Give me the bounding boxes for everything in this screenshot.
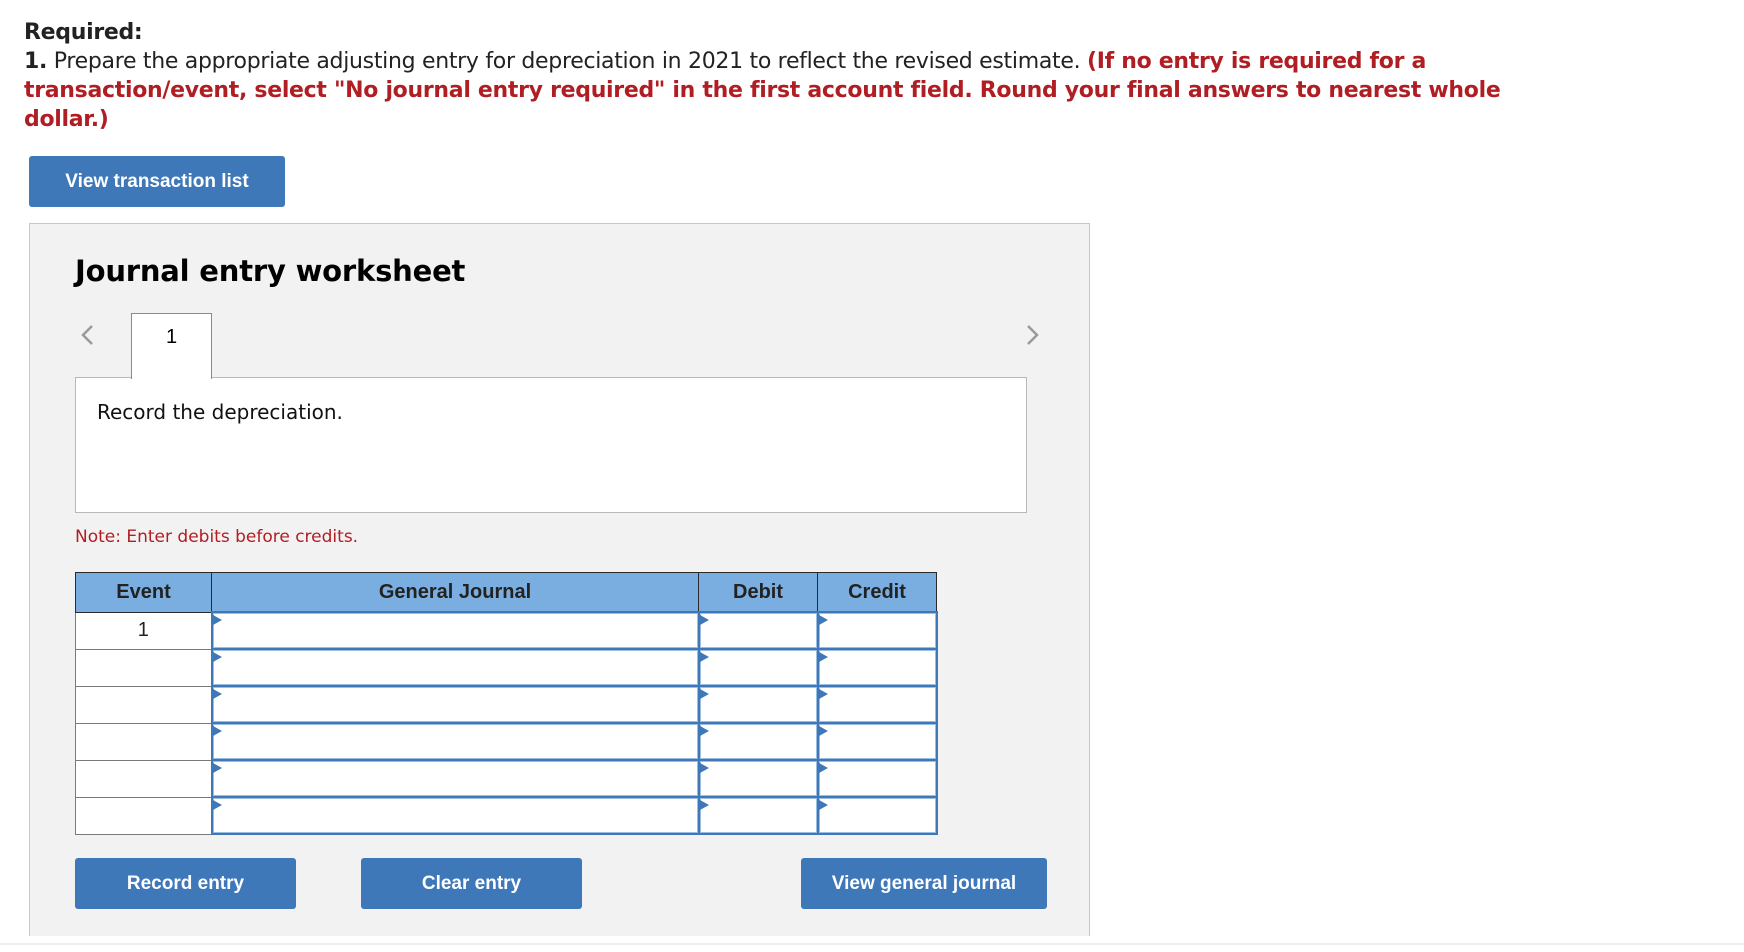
instructions: Required: 1. Prepare the appropriate adj… bbox=[24, 18, 1524, 134]
tab-label: 1 bbox=[165, 326, 178, 348]
account-input[interactable] bbox=[210, 648, 700, 687]
debit-input[interactable] bbox=[697, 685, 819, 724]
record-entry-button[interactable]: Record entry bbox=[75, 858, 296, 909]
clear-entry-button[interactable]: Clear entry bbox=[361, 858, 582, 909]
cell-marker-icon bbox=[818, 800, 828, 810]
credit-input[interactable] bbox=[816, 759, 938, 798]
item-number: 1. bbox=[24, 49, 48, 74]
journal-table: Event General Journal Debit Credit 1 bbox=[75, 572, 938, 835]
cell-marker-icon bbox=[699, 615, 709, 625]
worksheet-title: Journal entry worksheet bbox=[75, 254, 466, 288]
cell-marker-icon bbox=[818, 615, 828, 625]
journal-entry-worksheet-panel: Journal entry worksheet 1 Record the dep… bbox=[29, 223, 1090, 936]
cell-marker-icon bbox=[212, 689, 222, 699]
cell-marker-icon bbox=[699, 800, 709, 810]
event-cell bbox=[75, 722, 212, 761]
event-cell bbox=[75, 685, 212, 724]
cell-marker-icon bbox=[212, 652, 222, 662]
cell-marker-icon bbox=[212, 800, 222, 810]
cell-marker-icon bbox=[818, 763, 828, 773]
credit-input[interactable] bbox=[816, 648, 938, 687]
credit-input[interactable] bbox=[816, 611, 938, 650]
cell-marker-icon bbox=[212, 726, 222, 736]
cell-marker-icon bbox=[699, 689, 709, 699]
event-cell: 1 bbox=[75, 611, 212, 650]
header-general-journal: General Journal bbox=[211, 572, 699, 613]
debit-input[interactable] bbox=[697, 648, 819, 687]
account-input[interactable] bbox=[210, 722, 700, 761]
table-row: 1 bbox=[75, 611, 938, 650]
event-cell bbox=[75, 759, 212, 798]
debit-input[interactable] bbox=[697, 611, 819, 650]
credit-input[interactable] bbox=[816, 722, 938, 761]
debit-input[interactable] bbox=[697, 759, 819, 798]
debit-input[interactable] bbox=[697, 796, 819, 835]
account-input[interactable] bbox=[210, 611, 700, 650]
table-row bbox=[75, 796, 938, 835]
cell-marker-icon bbox=[699, 652, 709, 662]
account-input[interactable] bbox=[210, 759, 700, 798]
header-credit: Credit bbox=[817, 572, 937, 613]
event-cell bbox=[75, 796, 212, 835]
cell-marker-icon bbox=[818, 689, 828, 699]
account-input[interactable] bbox=[210, 796, 700, 835]
header-event: Event bbox=[75, 572, 212, 613]
credit-input[interactable] bbox=[816, 685, 938, 724]
cell-marker-icon bbox=[818, 726, 828, 736]
debit-credit-note: Note: Enter debits before credits. bbox=[75, 527, 359, 547]
event-cell bbox=[75, 648, 212, 687]
transaction-description: Record the depreciation. bbox=[75, 377, 1027, 513]
table-header-row: Event General Journal Debit Credit bbox=[75, 572, 937, 613]
cell-marker-icon bbox=[699, 726, 709, 736]
cell-marker-icon bbox=[699, 763, 709, 773]
debit-input[interactable] bbox=[697, 722, 819, 761]
credit-input[interactable] bbox=[816, 796, 938, 835]
description-text: Record the depreciation. bbox=[97, 400, 343, 424]
page-divider bbox=[0, 943, 1744, 945]
view-general-journal-button[interactable]: View general journal bbox=[801, 858, 1047, 909]
tab-1[interactable]: 1 bbox=[131, 313, 212, 379]
account-input[interactable] bbox=[210, 685, 700, 724]
table-row bbox=[75, 648, 938, 687]
cell-marker-icon bbox=[212, 615, 222, 625]
view-transaction-list-button[interactable]: View transaction list bbox=[29, 156, 285, 207]
item-text: Prepare the appropriate adjusting entry … bbox=[47, 49, 1087, 74]
chevron-left-icon[interactable] bbox=[80, 324, 94, 346]
table-row bbox=[75, 759, 938, 798]
chevron-right-icon[interactable] bbox=[1026, 324, 1040, 346]
table-row bbox=[75, 722, 938, 761]
cell-marker-icon bbox=[818, 652, 828, 662]
cell-marker-icon bbox=[212, 763, 222, 773]
header-debit: Debit bbox=[698, 572, 818, 613]
table-row bbox=[75, 685, 938, 724]
required-label: Required: bbox=[24, 20, 143, 45]
